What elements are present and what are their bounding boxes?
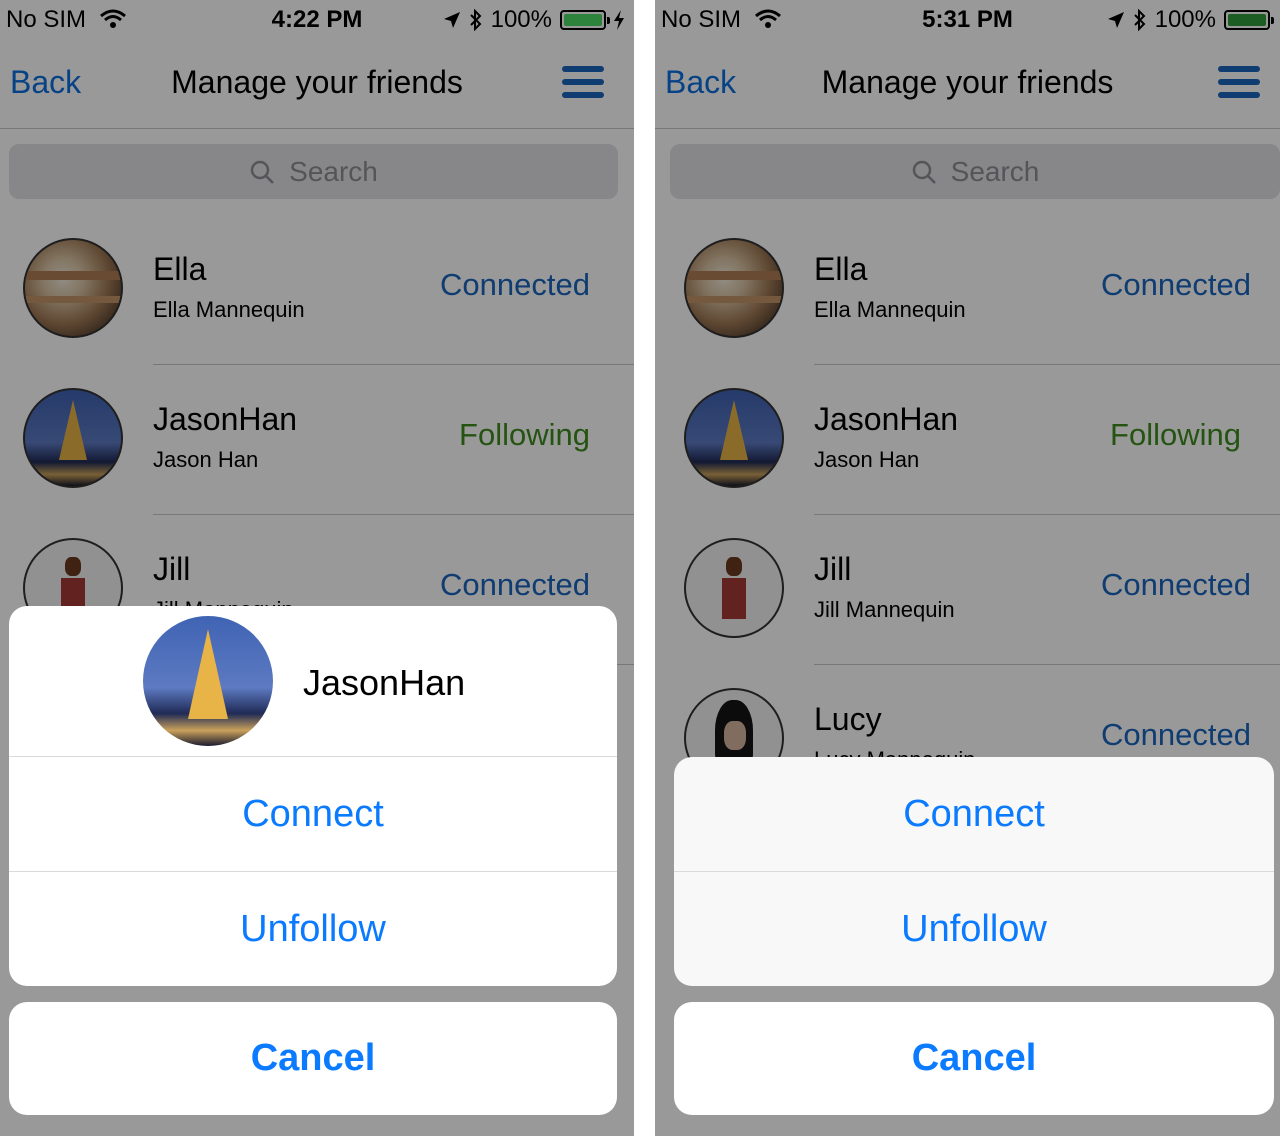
unfollow-button[interactable]: Unfollow [674, 872, 1274, 986]
unfollow-button[interactable]: Unfollow [9, 872, 617, 986]
selected-friend-name: JasonHan [303, 662, 466, 703]
selected-friend-avatar [143, 616, 273, 746]
connect-button[interactable]: Connect [9, 757, 617, 872]
cancel-button[interactable]: Cancel [674, 1002, 1274, 1115]
phone-screen-left: No SIM 4:22 PM 100% Back Manage your fri… [0, 0, 634, 1136]
cancel-button[interactable]: Cancel [9, 1002, 617, 1115]
connect-button[interactable]: Connect [674, 757, 1274, 872]
action-sheet-header: JasonHan [9, 606, 617, 757]
screen-gap [634, 0, 655, 1136]
action-sheet: Connect Unfollow [674, 757, 1274, 986]
action-sheet: JasonHan Connect Unfollow [9, 606, 617, 986]
phone-screen-right: No SIM 5:31 PM 100% Back Manage your fri… [655, 0, 1280, 1136]
